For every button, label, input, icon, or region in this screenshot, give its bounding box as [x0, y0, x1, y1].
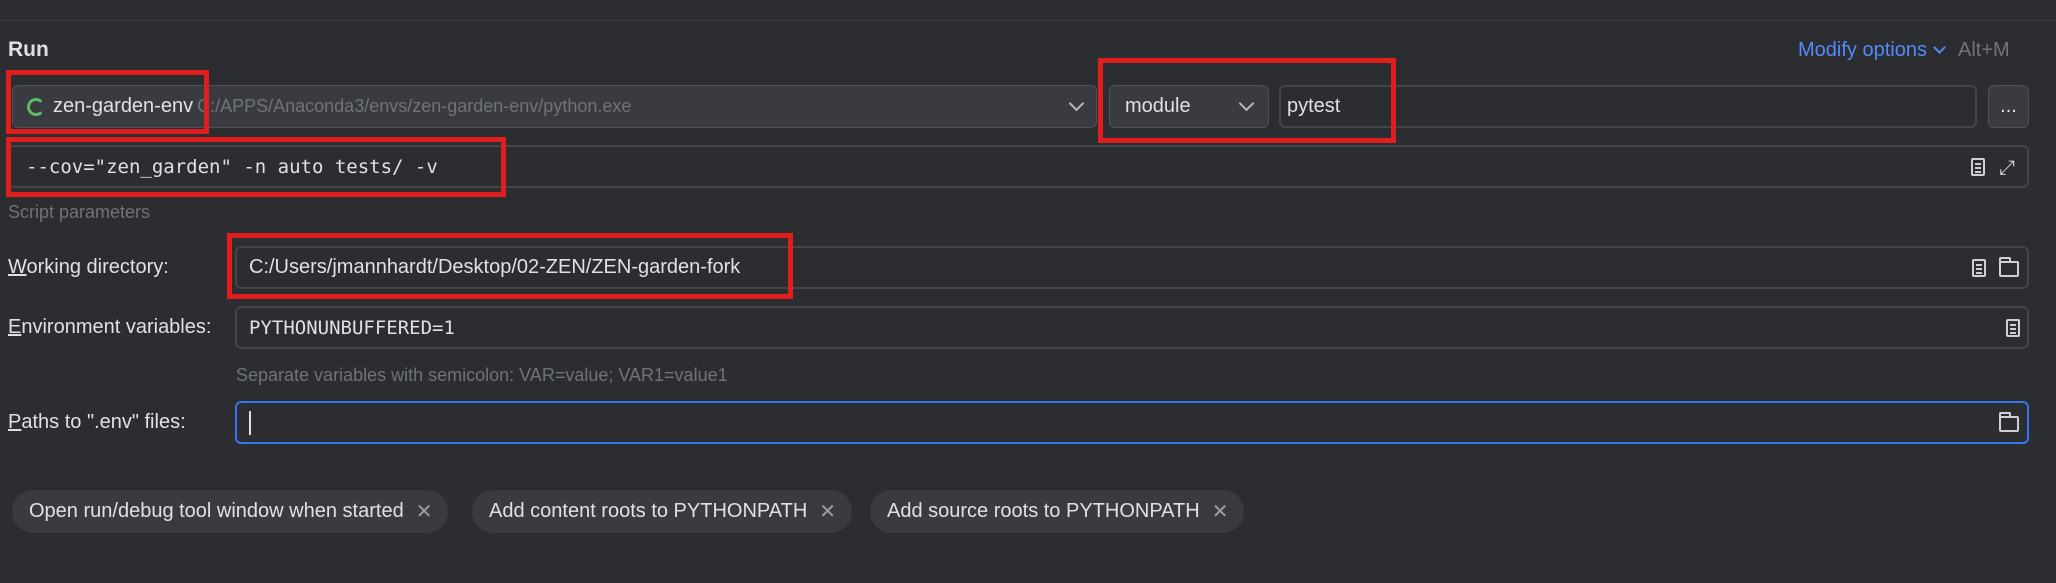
interpreter-select[interactable]: zen-garden-env C:/APPS/Anaconda3/envs/ze…: [12, 85, 1097, 128]
interpreter-path: C:/APPS/Anaconda3/envs/zen-garden-env/py…: [197, 96, 632, 116]
interpreter-name: zen-garden-env: [53, 95, 194, 117]
expand-icon[interactable]: ⤢: [1999, 155, 2015, 179]
environment-variables-hint: Separate variables with semicolon: VAR=v…: [236, 365, 728, 385]
run-target-input[interactable]: pytest: [1279, 85, 1977, 128]
close-icon[interactable]: ✕: [819, 499, 836, 524]
option-chip-label: Open run/debug tool window when started: [29, 500, 404, 522]
document-icon[interactable]: [2006, 319, 2020, 337]
option-chip-source-roots[interactable]: Add source roots to PYTHONPATH ✕: [870, 490, 1245, 533]
run-target-value: pytest: [1287, 95, 1341, 117]
environment-variables-label: Environment variables:: [8, 316, 212, 338]
environment-variables-value: PYTHONUNBUFFERED=1: [249, 316, 455, 339]
close-icon[interactable]: ✕: [416, 499, 433, 524]
chevron-down-icon: [1238, 95, 1255, 112]
script-parameters-value: --cov="zen_garden" -n auto tests/ -v: [26, 155, 438, 178]
working-directory-value: C:/Users/jmannhardt/Desktop/02-ZEN/ZEN-g…: [249, 256, 741, 278]
dotenv-paths-label: Paths to ".env" files:: [8, 411, 186, 433]
run-target-type-value: module: [1125, 95, 1191, 117]
text-caret: [249, 410, 251, 435]
spinner-icon: [27, 97, 45, 116]
option-chip-open-tool-window[interactable]: Open run/debug tool window when started …: [12, 490, 449, 533]
modify-options-link[interactable]: Modify options: [1798, 39, 1946, 62]
environment-variables-input[interactable]: PYTHONUNBUFFERED=1: [235, 306, 2029, 349]
run-target-type-select[interactable]: module: [1109, 85, 1269, 128]
modify-options-label[interactable]: Modify options: [1798, 39, 1927, 62]
modify-options-shortcut: Alt+M: [1958, 39, 2010, 61]
option-chip-label: Add source roots to PYTHONPATH: [887, 500, 1200, 522]
working-directory-input[interactable]: C:/Users/jmannhardt/Desktop/02-ZEN/ZEN-g…: [235, 246, 2029, 289]
option-chip-content-roots[interactable]: Add content roots to PYTHONPATH ✕: [472, 490, 853, 533]
folder-icon[interactable]: [1999, 257, 2019, 277]
close-icon[interactable]: ✕: [1212, 499, 1229, 524]
script-parameters-hint: Script parameters: [8, 202, 151, 222]
document-icon[interactable]: [1971, 158, 1985, 176]
folder-icon[interactable]: [1999, 412, 2019, 432]
working-directory-label: Working directory:: [8, 256, 169, 278]
dotenv-paths-input[interactable]: [235, 401, 2029, 444]
script-parameters-input[interactable]: --cov="zen_garden" -n auto tests/ -v ⤢: [8, 145, 2029, 188]
chevron-down-icon: [1933, 41, 1946, 54]
browse-target-button[interactable]: ...: [1988, 85, 2029, 128]
top-divider: [0, 20, 2056, 21]
option-chip-label: Add content roots to PYTHONPATH: [489, 500, 808, 522]
chevron-down-icon: [1068, 95, 1085, 112]
document-icon[interactable]: [1972, 259, 1986, 277]
section-title: Run: [8, 38, 49, 61]
